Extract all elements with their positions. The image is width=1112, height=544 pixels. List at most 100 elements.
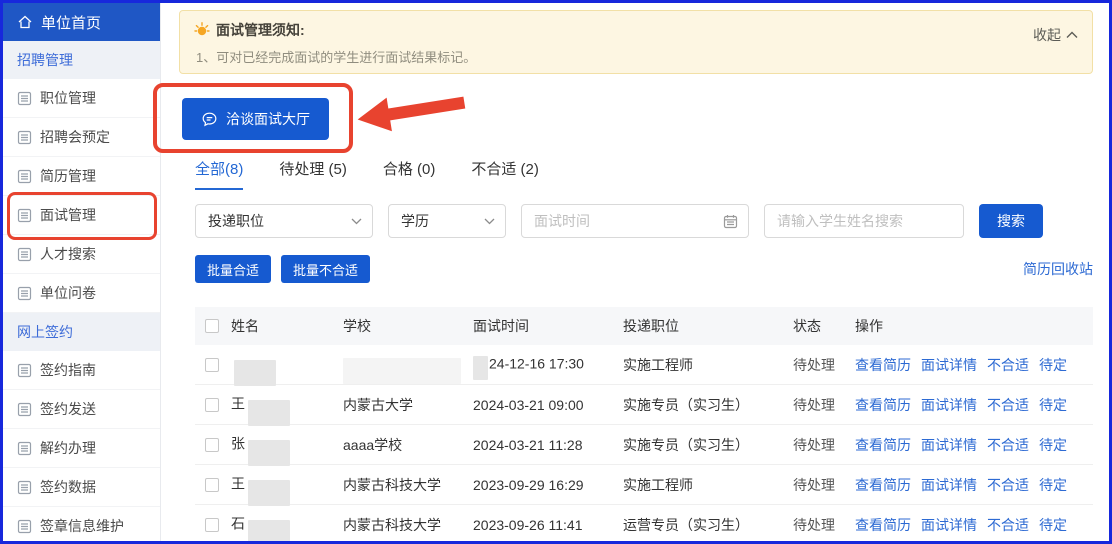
sidebar-item[interactable]: 签约指南 xyxy=(3,351,160,390)
doc-icon xyxy=(17,519,32,534)
app-window: 单位首页 招聘管理职位管理招聘会预定简历管理面试管理人才搜索单位问卷网上签约签约… xyxy=(0,0,1112,544)
sidebar-item-label: 解约办理 xyxy=(40,438,96,458)
op-link[interactable]: 面试详情 xyxy=(921,515,977,535)
bulb-icon xyxy=(194,22,210,38)
search-button[interactable]: 搜索 xyxy=(979,204,1043,238)
op-link[interactable]: 待定 xyxy=(1039,435,1067,455)
op-link[interactable]: 待定 xyxy=(1039,355,1067,375)
op-link[interactable]: 待定 xyxy=(1039,475,1067,495)
cell-ops: 查看简历面试详情不合适待定 xyxy=(855,475,1093,495)
cell-status: 待处理 xyxy=(793,515,855,535)
op-link[interactable]: 面试详情 xyxy=(921,435,977,455)
sidebar: 单位首页 招聘管理职位管理招聘会预定简历管理面试管理人才搜索单位问卷网上签约签约… xyxy=(3,3,161,541)
status-tabs: 全部(8) 待处理 (5) 合格 (0) 不合适 (2) xyxy=(195,158,1093,190)
cell-status: 待处理 xyxy=(793,475,855,495)
sidebar-item[interactable]: 人才搜索 xyxy=(3,235,160,274)
notice-title: 面试管理须知: xyxy=(216,20,305,40)
cell-name: 王 xyxy=(231,472,343,498)
cell-time: 24-12-16 17:30 xyxy=(473,353,623,377)
op-link[interactable]: 面试详情 xyxy=(921,475,977,495)
op-link[interactable]: 不合适 xyxy=(987,515,1029,535)
collapse-toggle[interactable]: 收起 xyxy=(1033,25,1078,45)
doc-icon xyxy=(17,247,32,262)
cell-ops: 查看简历面试详情不合适待定 xyxy=(855,435,1093,455)
sidebar-item[interactable]: 单位问卷 xyxy=(3,274,160,313)
sidebar-item[interactable]: 面试管理 xyxy=(3,196,160,235)
cell-time: 2024-03-21 11:28 xyxy=(473,437,623,453)
redacted-name xyxy=(234,360,276,386)
op-link[interactable]: 待定 xyxy=(1039,395,1067,415)
op-link[interactable]: 查看简历 xyxy=(855,515,911,535)
redacted-name xyxy=(248,400,290,426)
sidebar-item[interactable]: 签章信息维护 xyxy=(3,507,160,541)
doc-icon xyxy=(17,169,32,184)
row-checkbox[interactable] xyxy=(205,358,219,372)
tab[interactable]: 待处理 (5) xyxy=(279,158,347,190)
table-header-row: 姓名学校面试时间投递职位状态操作 xyxy=(195,307,1093,345)
doc-icon xyxy=(17,480,32,495)
op-link[interactable]: 查看简历 xyxy=(855,395,911,415)
op-link[interactable]: 查看简历 xyxy=(855,475,911,495)
education-select[interactable]: 学历 xyxy=(388,204,506,238)
table-row: 石 内蒙古科技大学 2023-09-26 11:41 运营专员（实习生） 待处理… xyxy=(195,505,1093,541)
op-link[interactable]: 查看简历 xyxy=(855,355,911,375)
op-link[interactable]: 不合适 xyxy=(987,355,1029,375)
redacted-name xyxy=(248,520,290,542)
sidebar-item-label: 面试管理 xyxy=(40,205,96,225)
interview-date-input[interactable]: 面试时间 xyxy=(521,204,749,238)
cell-time: 2023-09-26 11:41 xyxy=(473,517,623,533)
op-link[interactable]: 待定 xyxy=(1039,515,1067,535)
cell-time: 2023-09-29 16:29 xyxy=(473,477,623,493)
tab[interactable]: 不合适 (2) xyxy=(471,158,539,190)
batch-suitable-button[interactable]: 批量合适 xyxy=(195,255,271,283)
op-link[interactable]: 面试详情 xyxy=(921,355,977,375)
column-header: 面试时间 xyxy=(473,316,623,336)
sidebar-item[interactable]: 解约办理 xyxy=(3,429,160,468)
notice-banner: 面试管理须知: 1、可对已经完成面试的学生进行面试结果标记。 收起 xyxy=(179,10,1093,74)
op-link[interactable]: 不合适 xyxy=(987,395,1029,415)
column-header: 学校 xyxy=(343,316,473,336)
select-all-checkbox[interactable] xyxy=(205,319,219,333)
redacted-time-prefix xyxy=(473,356,488,380)
tab[interactable]: 合格 (0) xyxy=(383,158,436,190)
column-header: 状态 xyxy=(793,316,855,336)
cell-ops: 查看简历面试详情不合适待定 xyxy=(855,515,1093,535)
position-select[interactable]: 投递职位 xyxy=(195,204,373,238)
sidebar-item[interactable]: 签约数据 xyxy=(3,468,160,507)
doc-icon xyxy=(17,286,32,301)
sidebar-home-label: 单位首页 xyxy=(41,12,101,33)
cell-school: 内蒙古科技大学 xyxy=(343,515,473,535)
chevron-down-icon xyxy=(351,218,362,225)
op-link[interactable]: 面试详情 xyxy=(921,395,977,415)
student-name-search-input[interactable] xyxy=(764,204,964,238)
redacted-name xyxy=(248,480,290,506)
cell-school xyxy=(343,352,473,378)
table-row: 24-12-16 17:30 实施工程师 待处理 查看简历面试详情不合适待定 xyxy=(195,345,1093,385)
op-link[interactable]: 不合适 xyxy=(987,475,1029,495)
sidebar-item[interactable]: 签约发送 xyxy=(3,390,160,429)
row-checkbox[interactable] xyxy=(205,398,219,412)
resume-recycle-link[interactable]: 简历回收站 xyxy=(1023,259,1093,279)
cell-ops: 查看简历面试详情不合适待定 xyxy=(855,395,1093,415)
batch-unsuitable-button[interactable]: 批量不合适 xyxy=(281,255,370,283)
table-body: 24-12-16 17:30 实施工程师 待处理 查看简历面试详情不合适待定 王… xyxy=(195,345,1093,541)
cell-name: 石 xyxy=(231,512,343,538)
interview-hall-button[interactable]: 洽谈面试大厅 xyxy=(182,98,329,140)
sidebar-header-home[interactable]: 单位首页 xyxy=(3,3,160,41)
cell-school: aaaa学校 xyxy=(343,435,473,455)
cell-ops: 查看简历面试详情不合适待定 xyxy=(855,355,1093,375)
sidebar-item[interactable]: 职位管理 xyxy=(3,79,160,118)
doc-icon xyxy=(17,402,32,417)
op-link[interactable]: 不合适 xyxy=(987,435,1029,455)
home-icon xyxy=(17,14,33,30)
sidebar-item-label: 签约发送 xyxy=(40,399,96,419)
sidebar-item-label: 职位管理 xyxy=(40,88,96,108)
tab[interactable]: 全部(8) xyxy=(195,158,243,190)
row-checkbox[interactable] xyxy=(205,478,219,492)
sidebar-item[interactable]: 简历管理 xyxy=(3,157,160,196)
row-checkbox[interactable] xyxy=(205,518,219,532)
op-link[interactable]: 查看简历 xyxy=(855,435,911,455)
row-checkbox[interactable] xyxy=(205,438,219,452)
sidebar-item-label: 签约指南 xyxy=(40,360,96,380)
sidebar-item[interactable]: 招聘会预定 xyxy=(3,118,160,157)
